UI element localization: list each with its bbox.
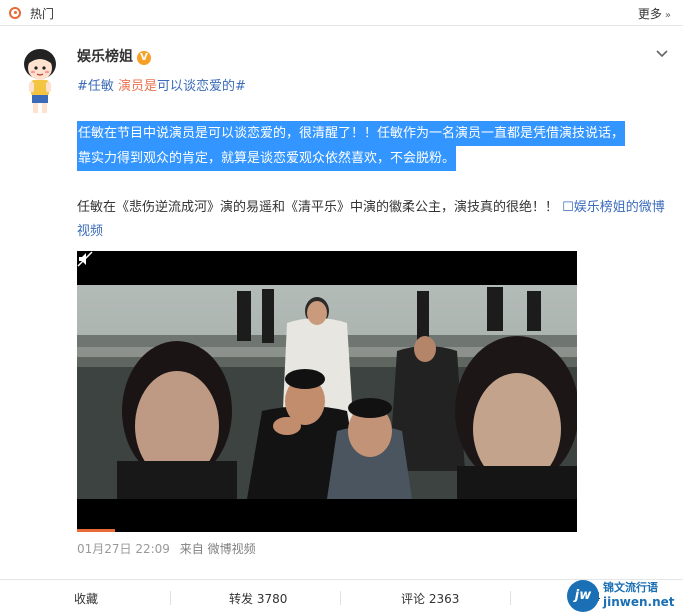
divider	[510, 591, 511, 605]
watermark-logo: jw	[567, 580, 599, 612]
selected-line-2: 靠实力得到观众的肯定，就算是谈恋爱观众依然喜欢，不会脱粉。	[77, 146, 457, 171]
hot-icon	[9, 7, 21, 19]
favorite-button[interactable]: 收藏	[74, 590, 98, 607]
weibo-post: 娱乐榜姐 V #任敏 演员是可以谈恋爱的# 任敏在节目中说演员是可以谈恋爱的，很清…	[0, 26, 683, 579]
chevron-right-icon: »	[664, 10, 671, 21]
post-timestamp[interactable]: 01月27日 22:09	[77, 542, 170, 556]
author-name-row: 娱乐榜姐 V	[77, 46, 151, 66]
repost-button[interactable]: 转发 3780	[229, 590, 287, 607]
selected-line-1: 任敏在节目中说演员是可以谈恋爱的，很清醒了！！任敏作为一名演员一直都是凭借演技说…	[77, 121, 626, 146]
chevron-down-icon[interactable]	[655, 47, 669, 61]
verified-badge-icon: V	[137, 51, 151, 65]
video-frame	[77, 251, 577, 532]
post-body-text: 任敏在《悲伤逆流成河》演的易遥和《清平乐》中演的徽柔公主，演技真的很绝！！ ☐娱…	[77, 196, 672, 244]
hot-tab-label[interactable]: 热门	[30, 5, 54, 22]
action-bar: 收藏 转发 3780 评论 2363 4 jw 锦文流行语 jinwen.net	[0, 579, 683, 615]
divider	[170, 591, 171, 605]
mute-icon[interactable]	[77, 251, 93, 267]
comment-button[interactable]: 评论 2363	[401, 590, 459, 607]
more-label: 更多	[637, 7, 662, 21]
body-text: 任敏在《悲伤逆流成河》演的易遥和《清平乐》中演的徽柔公主，演技真的很绝！！	[77, 200, 559, 215]
hashtag-rest: 可以谈恋爱的#	[157, 79, 246, 94]
selected-text-block: 任敏在节目中说演员是可以谈恋爱的，很清醒了！！任敏作为一名演员一直都是凭借演技说…	[77, 121, 668, 171]
post-source[interactable]: 来自 微博视频	[180, 542, 256, 556]
video-player[interactable]	[77, 251, 577, 532]
more-button[interactable]: 更多»	[638, 5, 671, 22]
watermark-cn: 锦文流行语	[603, 581, 658, 594]
hashtag-highlight: 演员是	[118, 79, 158, 94]
topic-hashtag[interactable]: #任敏 演员是可以谈恋爱的#	[77, 75, 246, 94]
author-avatar[interactable]	[18, 46, 62, 118]
hashtag-prefix: #任敏	[77, 79, 119, 94]
author-name[interactable]: 娱乐榜姐	[77, 49, 133, 65]
video-progress-bar[interactable]	[77, 529, 115, 532]
watermark-en: jinwen.net	[603, 595, 675, 609]
top-bar: 热门 更多»	[0, 0, 683, 26]
divider	[340, 591, 341, 605]
post-meta: 01月27日 22:09 来自 微博视频	[77, 540, 256, 557]
site-watermark: jw 锦文流行语 jinwen.net	[559, 579, 679, 613]
